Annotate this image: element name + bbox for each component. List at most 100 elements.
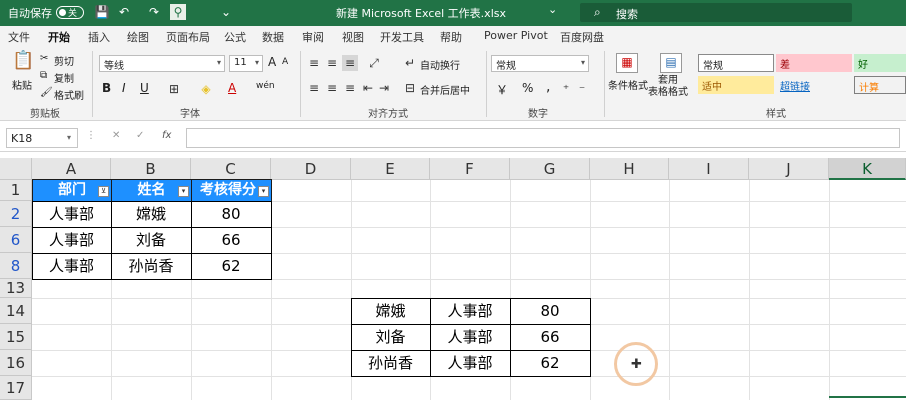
align-middle-icon[interactable]: ≡ (324, 55, 340, 71)
align-top-icon[interactable]: ≡ (306, 55, 322, 71)
align-right-icon[interactable]: ≡ (342, 80, 358, 96)
table2-cell[interactable]: 刘备 (351, 325, 430, 349)
font-name-select[interactable]: 等线 ▾ (99, 55, 225, 72)
align-center-icon[interactable]: ≡ (324, 80, 340, 96)
row-header-2[interactable]: 2 (0, 201, 32, 227)
filter-dropdown-icon[interactable]: ▾ (258, 186, 269, 197)
tab-help[interactable]: 帮助 (440, 29, 462, 45)
format-as-table-icon[interactable]: ▤ (660, 53, 682, 73)
column-header-g[interactable]: G (510, 158, 590, 180)
borders-icon[interactable]: ⊞ (166, 81, 182, 97)
column-header-b[interactable]: B (111, 158, 191, 180)
filter-applied-icon[interactable]: ⊻ (98, 186, 109, 197)
copy-icon[interactable]: ⧉ (40, 70, 47, 81)
table1-cell[interactable]: 人事部 (32, 202, 111, 226)
column-header-d[interactable]: D (271, 158, 351, 180)
wrap-text-icon[interactable]: ↵ (402, 55, 418, 71)
table2-cell[interactable]: 人事部 (430, 325, 510, 349)
style-hyperlink[interactable]: 超链接 (776, 76, 852, 94)
row-header-16[interactable]: 16 (0, 350, 32, 376)
conditional-format-button[interactable]: 条件格式 (608, 77, 648, 92)
table2-cell[interactable]: 人事部 (430, 351, 510, 375)
font-color-icon[interactable]: A (228, 81, 236, 95)
row-header-17[interactable]: 17 (0, 376, 32, 400)
tab-developer[interactable]: 开发工具 (380, 29, 424, 45)
column-header-i[interactable]: I (669, 158, 749, 180)
decrease-indent-icon[interactable]: ⇤ (360, 80, 376, 96)
table1-cell[interactable]: 孙尚香 (111, 254, 191, 278)
table1-cell[interactable]: 66 (191, 228, 271, 252)
wrap-text-button[interactable]: 自动换行 (420, 57, 460, 72)
title-caret-icon[interactable]: ⌄ (548, 3, 557, 16)
insert-function-icon[interactable]: fx (162, 130, 171, 141)
table1-cell[interactable]: 80 (191, 202, 271, 226)
cut-button[interactable]: 剪切 (54, 53, 74, 68)
row-header-14[interactable]: 14 (0, 298, 32, 324)
style-good[interactable]: 好 (854, 54, 906, 72)
tab-home[interactable]: 开始 (48, 29, 70, 49)
style-normal[interactable]: 常规 (698, 54, 774, 72)
merge-center-icon[interactable]: ⊟ (402, 80, 418, 96)
row-header-13[interactable]: 13 (0, 279, 32, 298)
column-header-f[interactable]: F (430, 158, 510, 180)
italic-button[interactable]: I (122, 81, 126, 95)
currency-button[interactable]: ￥ (496, 81, 508, 98)
tab-baidu-netdisk[interactable]: 百度网盘 (560, 29, 604, 45)
font-size-select[interactable]: 11 ▾ (229, 55, 263, 72)
select-all-corner[interactable] (0, 158, 32, 180)
name-box[interactable]: K18 ▾ (6, 128, 78, 148)
active-cell-indicator[interactable] (829, 396, 906, 400)
table2-cell[interactable]: 66 (510, 325, 590, 349)
table1-cell[interactable]: 嫦娥 (111, 202, 191, 226)
style-neutral[interactable]: 适中 (698, 76, 774, 94)
cancel-icon[interactable]: ✕ (112, 130, 120, 141)
conditional-format-icon[interactable]: ▦ (616, 53, 638, 73)
bold-button[interactable]: B (102, 81, 111, 95)
formula-input[interactable] (186, 128, 900, 148)
table1-cell[interactable]: 人事部 (32, 254, 111, 278)
enter-icon[interactable]: ✓ (136, 130, 144, 141)
percent-button[interactable]: % (522, 81, 533, 95)
row-header-6[interactable]: 6 (0, 227, 32, 253)
table2-cell[interactable]: 62 (510, 351, 590, 375)
underline-button[interactable]: U (140, 81, 149, 95)
table1-cell[interactable]: 刘备 (111, 228, 191, 252)
column-header-c[interactable]: C (191, 158, 271, 180)
column-header-a[interactable]: A (32, 158, 111, 180)
tab-view[interactable]: 视图 (342, 29, 364, 45)
grow-font-icon[interactable]: A (268, 55, 276, 69)
increase-indent-icon[interactable]: ⇥ (376, 80, 392, 96)
tab-power-pivot[interactable]: Power Pivot (484, 29, 548, 42)
worksheet-grid[interactable]: A B C D E F G H I J K 1 2 6 8 13 14 15 1… (0, 152, 906, 400)
search-box[interactable]: ⌕ 搜索 (580, 3, 852, 22)
paste-icon[interactable]: 📋 (12, 52, 34, 75)
customize-quick-access-icon[interactable]: ⌄ (218, 4, 234, 20)
column-header-e[interactable]: E (351, 158, 430, 180)
align-left-icon[interactable]: ≡ (306, 80, 322, 96)
column-header-k[interactable]: K (829, 158, 906, 180)
table2-cell[interactable]: 孙尚香 (351, 351, 430, 375)
column-header-h[interactable]: H (590, 158, 669, 180)
table1-cell[interactable]: 人事部 (32, 228, 111, 252)
row-header-8[interactable]: 8 (0, 253, 32, 279)
tab-formulas[interactable]: 公式 (224, 29, 246, 45)
shrink-font-icon[interactable]: A (282, 57, 288, 67)
undo-icon[interactable]: ↶ (116, 4, 132, 20)
paste-button[interactable]: 粘贴 (12, 77, 32, 92)
style-bad[interactable]: 差 (776, 54, 852, 72)
row-header-15[interactable]: 15 (0, 324, 32, 350)
merge-center-button[interactable]: 合并后居中 (420, 82, 470, 97)
autosave-toggle[interactable]: 关 (56, 6, 84, 19)
tab-file[interactable]: 文件 (8, 29, 30, 45)
number-format-select[interactable]: 常规 ▾ (491, 55, 589, 72)
tab-review[interactable]: 审阅 (302, 29, 324, 45)
format-as-table-button[interactable]: 套用 表格格式 (648, 75, 688, 99)
comma-button[interactable]: , (546, 79, 550, 95)
copy-button[interactable]: 复制 (54, 70, 74, 85)
save-icon[interactable]: 💾 (94, 4, 110, 20)
filter-icon[interactable]: ⚲ (170, 4, 186, 20)
tab-data[interactable]: 数据 (262, 29, 284, 45)
style-calculation[interactable]: 计算 (854, 76, 906, 94)
row-header-1[interactable]: 1 (0, 180, 32, 201)
name-box-dropdown-icon[interactable]: ▾ (67, 133, 71, 142)
